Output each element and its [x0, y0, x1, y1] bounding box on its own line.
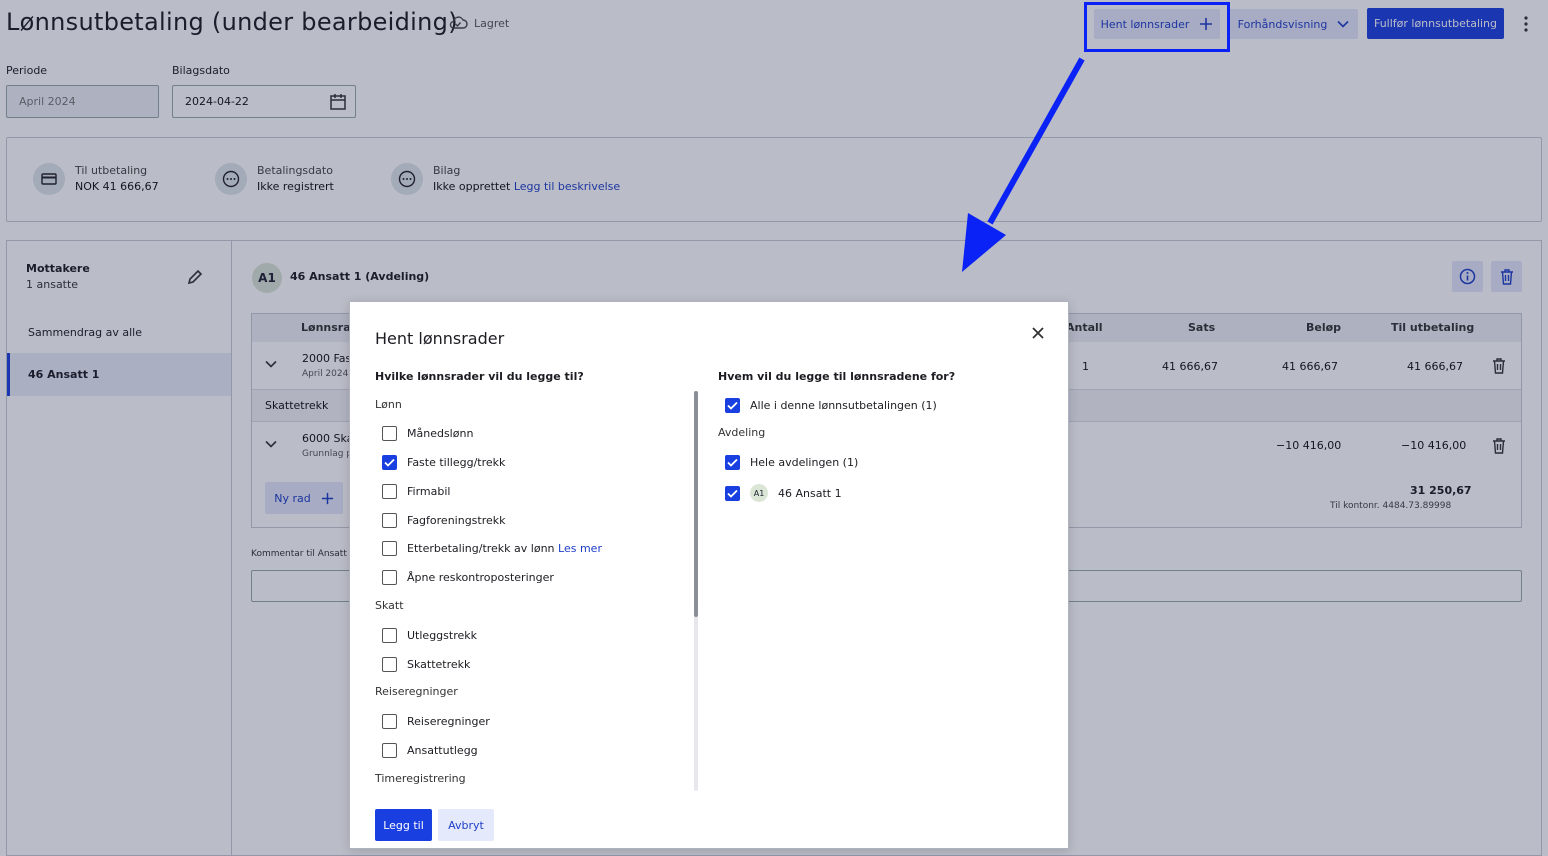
- cancel-button[interactable]: Avbryt: [438, 809, 494, 841]
- checkmark-icon: [384, 458, 395, 467]
- option-fagforening[interactable]: Fagforeningstrekk: [382, 510, 506, 530]
- employee-avatar-small: A1: [750, 484, 768, 502]
- option-faste[interactable]: Faste tillegg/trekk: [382, 452, 505, 472]
- fetch-rows-dialog: Hent lønnsrader Hvilke lønnsrader vil du…: [349, 301, 1069, 849]
- annotation-arrow: [962, 57, 1085, 272]
- checkbox-checked[interactable]: [725, 397, 740, 413]
- read-more-link[interactable]: Les mer: [558, 542, 602, 555]
- option-label: Fagforeningstrekk: [407, 513, 506, 527]
- option-etterbetaling[interactable]: Etterbetaling/trekk av lønn Les mer: [382, 538, 602, 558]
- checkmark-icon: [727, 401, 738, 410]
- option-skattetrekk[interactable]: Skattetrekk: [382, 654, 470, 674]
- checkbox[interactable]: [382, 656, 397, 672]
- checkbox[interactable]: [382, 425, 397, 441]
- option-label: Firmabil: [407, 484, 451, 498]
- option-label: Skattetrekk: [407, 657, 471, 671]
- group-avdeling: Avdeling: [718, 426, 766, 439]
- option-label: Etterbetaling/trekk av lønn: [407, 541, 555, 555]
- checkbox-checked[interactable]: [725, 454, 740, 470]
- close-icon[interactable]: [1031, 326, 1045, 340]
- dialog-title: Hent lønnsrader: [375, 329, 505, 348]
- checkbox-checked[interactable]: [725, 485, 740, 501]
- option-apne[interactable]: Åpne reskontroposteringer: [382, 567, 554, 587]
- group-timer: Timeregistrering: [375, 772, 466, 785]
- checkmark-icon: [727, 489, 738, 498]
- right-question: Hvem vil du legge til lønnsradene for?: [718, 370, 956, 383]
- option-label: Hele avdelingen (1): [750, 455, 859, 469]
- checkbox-checked[interactable]: [382, 454, 397, 470]
- option-label: Utleggstrekk: [407, 628, 477, 642]
- checkbox[interactable]: [382, 742, 397, 758]
- option-manedslonn[interactable]: Månedslønn: [382, 423, 473, 443]
- group-lonn: Lønn: [375, 398, 402, 411]
- option-reiseregninger[interactable]: Reiseregninger: [382, 711, 490, 731]
- option-hele-avdelingen[interactable]: Hele avdelingen (1): [725, 452, 858, 472]
- option-label: Reiseregninger: [407, 714, 490, 728]
- checkbox[interactable]: [382, 569, 397, 585]
- group-reise: Reiseregninger: [375, 685, 458, 698]
- checkbox[interactable]: [382, 483, 397, 499]
- checkbox[interactable]: [382, 540, 397, 556]
- checkbox[interactable]: [382, 713, 397, 729]
- checkbox[interactable]: [382, 512, 397, 528]
- left-question: Hvilke lønnsrader vil du legge til?: [375, 370, 584, 383]
- group-skatt: Skatt: [375, 599, 404, 612]
- add-button[interactable]: Legg til: [375, 809, 432, 841]
- scrollbar-thumb[interactable]: [694, 391, 698, 617]
- checkbox[interactable]: [382, 627, 397, 643]
- option-label: Alle i denne lønnsutbetalingen (1): [750, 398, 937, 412]
- option-label: 46 Ansatt 1: [778, 486, 842, 500]
- option-label: Ansattutlegg: [407, 743, 478, 757]
- option-employee[interactable]: A1 46 Ansatt 1: [725, 483, 842, 503]
- option-all[interactable]: Alle i denne lønnsutbetalingen (1): [725, 395, 937, 415]
- option-ansattutlegg[interactable]: Ansattutlegg: [382, 740, 478, 760]
- option-label: Faste tillegg/trekk: [407, 455, 506, 469]
- option-utlegg[interactable]: Utleggstrekk: [382, 625, 477, 645]
- option-label: Åpne reskontroposteringer: [407, 570, 554, 584]
- option-firmabil[interactable]: Firmabil: [382, 481, 450, 501]
- option-label: Månedslønn: [407, 426, 474, 440]
- highlight-box: [1084, 2, 1230, 52]
- checkmark-icon: [727, 458, 738, 467]
